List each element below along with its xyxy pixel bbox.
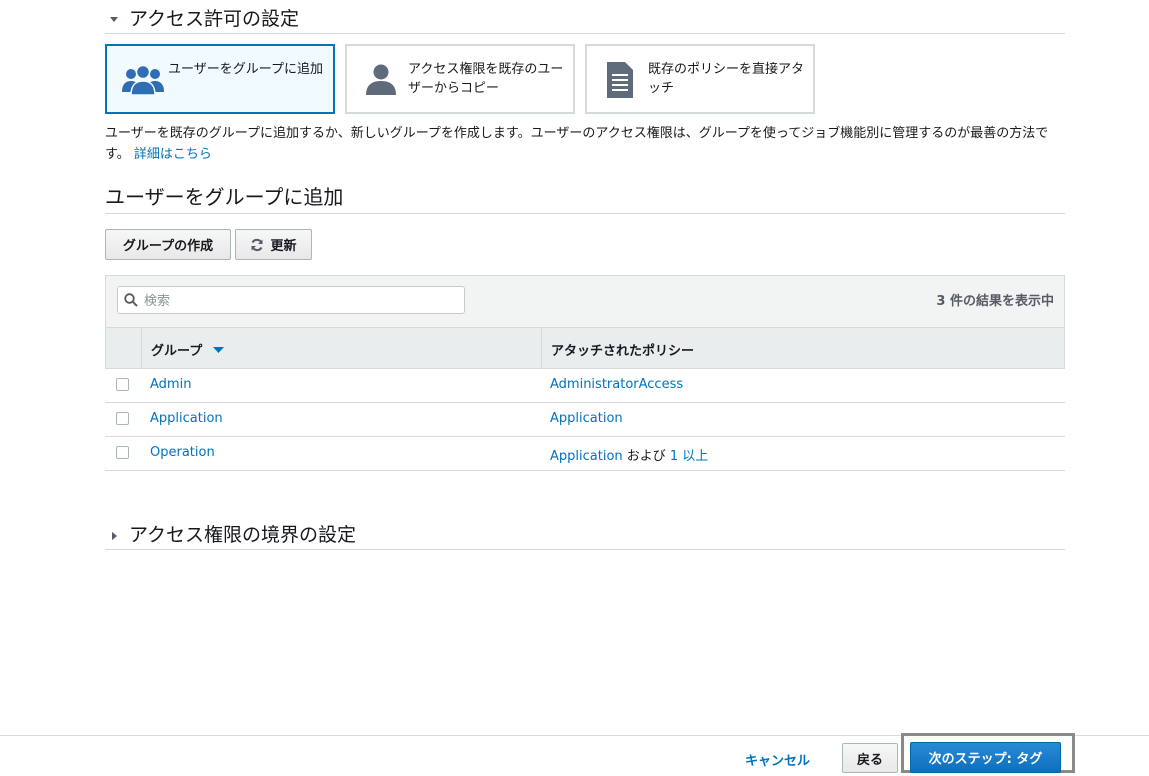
create-group-label: グループの作成 <box>122 239 214 254</box>
column-header-group[interactable]: グループ <box>151 340 225 359</box>
policy-cell: Application <box>550 411 623 426</box>
next-step-label: 次のステップ: タグ <box>928 752 1043 767</box>
option-copy-permissions-label: アクセス権限を既存のユーザーからコピー <box>408 62 564 96</box>
permissions-description: ユーザーを既存のグループに追加するか、新しいグループを作成します。ユーザーのアク… <box>105 123 1065 165</box>
caret-right-icon <box>112 532 117 540</box>
group-section-header: ユーザーをグループに追加 <box>105 180 1065 214</box>
next-step-tags-button[interactable]: 次のステップ: タグ <box>910 742 1061 773</box>
user-icon <box>366 64 396 95</box>
policy-and-text: および <box>622 449 670 464</box>
cancel-link[interactable]: キャンセル <box>745 750 810 769</box>
policy-link[interactable]: Application <box>550 449 623 464</box>
create-group-button[interactable]: グループの作成 <box>105 229 231 260</box>
policy-link[interactable]: Application <box>550 411 623 426</box>
table-row: Operation Application および 1 以上 <box>105 437 1065 471</box>
refresh-button[interactable]: 更新 <box>235 229 312 260</box>
learn-more-link[interactable]: 詳細はこちら <box>134 147 212 162</box>
table-header: グループ アタッチされたポリシー <box>105 327 1065 369</box>
row-checkbox[interactable] <box>116 412 129 425</box>
option-attach-policies[interactable]: 既存のポリシーを直接アタッチ <box>585 44 815 114</box>
row-checkbox[interactable] <box>116 446 129 459</box>
refresh-icon <box>251 238 263 251</box>
search-input[interactable] <box>142 289 456 313</box>
search-icon <box>124 293 138 307</box>
groups-table: 3 件の結果を表示中 グループ アタッチされたポリシー Admin Admini… <box>105 275 1065 471</box>
table-toolbar: 3 件の結果を表示中 <box>105 275 1065 327</box>
option-add-to-group[interactable]: ユーザーをグループに追加 <box>105 44 335 114</box>
sort-descending-icon <box>213 347 225 353</box>
users-group-icon <box>122 64 164 96</box>
policy-link[interactable]: AdministratorAccess <box>550 377 683 392</box>
table-row: Admin AdministratorAccess <box>105 369 1065 403</box>
column-header-group-label: グループ <box>151 344 203 359</box>
more-policies-link[interactable]: 1 以上 <box>670 449 708 464</box>
column-separator <box>141 328 142 368</box>
refresh-label: 更新 <box>270 239 297 254</box>
boundary-section-header[interactable]: アクセス権限の境界の設定 <box>105 519 1065 550</box>
policy-cell: Application および 1 以上 <box>550 445 708 464</box>
group-section-title: ユーザーをグループに追加 <box>105 185 344 209</box>
group-link[interactable]: Admin <box>150 377 191 392</box>
option-attach-policies-label: 既存のポリシーを直接アタッチ <box>648 62 805 96</box>
column-separator <box>541 328 542 368</box>
description-text: ユーザーを既存のグループに追加するか、新しいグループを作成します。ユーザーのアク… <box>105 126 1049 162</box>
document-icon <box>607 62 633 98</box>
group-link[interactable]: Application <box>150 411 223 426</box>
option-add-to-group-label: ユーザーをグループに追加 <box>168 62 323 77</box>
result-count: 3 件の結果を表示中 <box>936 294 1054 309</box>
back-label: 戻る <box>856 752 883 768</box>
permissions-section-title: アクセス許可の設定 <box>129 8 300 30</box>
column-header-policies: アタッチされたポリシー <box>551 344 695 359</box>
table-row: Application Application <box>105 403 1065 437</box>
search-box <box>117 286 465 314</box>
group-link[interactable]: Operation <box>150 445 215 460</box>
row-checkbox[interactable] <box>116 378 129 391</box>
policy-cell: AdministratorAccess <box>550 377 683 392</box>
option-copy-permissions[interactable]: アクセス権限を既存のユーザーからコピー <box>345 44 575 114</box>
caret-down-icon <box>110 17 118 22</box>
back-button[interactable]: 戻る <box>842 743 898 773</box>
boundary-section-title: アクセス権限の境界の設定 <box>129 524 357 546</box>
permissions-section-header[interactable]: アクセス許可の設定 <box>105 4 1065 34</box>
iam-add-user-permissions-page: アクセス許可の設定 ユーザーをグループに追加 アクセス権限を既存のユーザーからコ… <box>0 0 1149 776</box>
